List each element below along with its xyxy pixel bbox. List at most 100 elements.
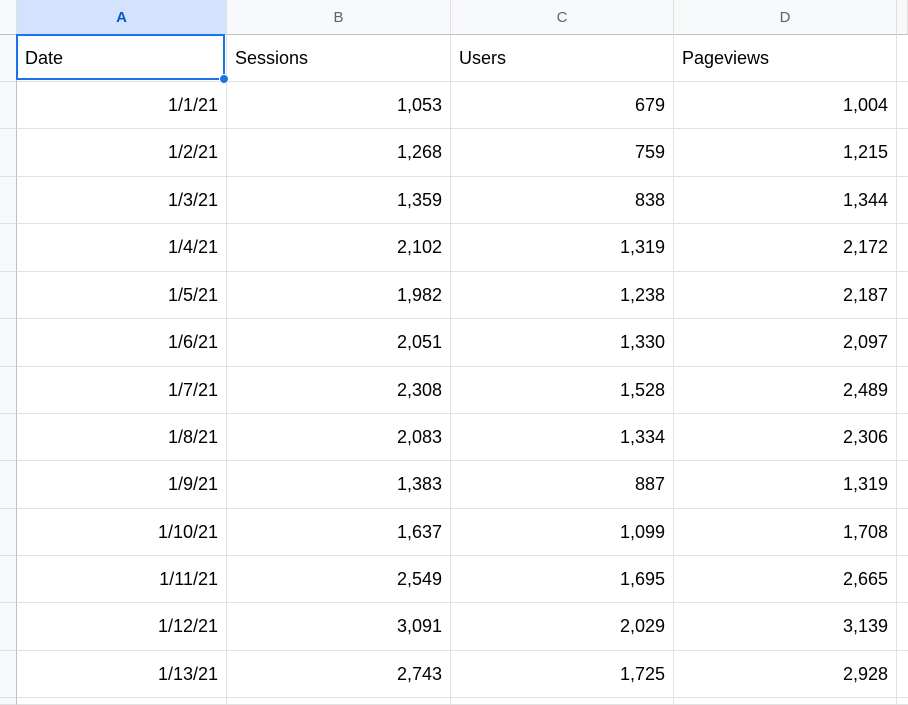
cell-sessions[interactable]: 2,102 (227, 224, 451, 272)
cell-pageviews[interactable]: 2,306 (674, 414, 897, 461)
cell-empty[interactable] (897, 603, 908, 651)
cell-pageviews[interactable]: 2,187 (674, 272, 897, 319)
row-header-11[interactable] (0, 509, 17, 556)
column-header-A[interactable]: A (17, 0, 227, 35)
cell-date[interactable]: 1/6/21 (17, 319, 227, 367)
row-header-2[interactable] (0, 82, 17, 129)
cell-date[interactable]: 1/11/21 (17, 556, 227, 603)
cell-users[interactable]: 1,238 (451, 272, 674, 319)
select-all-corner[interactable] (0, 0, 17, 35)
cell-empty[interactable] (897, 177, 908, 224)
cell-date[interactable]: 1/10/21 (17, 509, 227, 556)
cell-pageviews[interactable]: 2,489 (674, 367, 897, 414)
table-row: 1/3/211,3598381,344 (17, 177, 908, 224)
row-header-5[interactable] (0, 224, 17, 272)
cell-date[interactable]: 1/3/21 (17, 177, 227, 224)
row-header-13[interactable] (0, 603, 17, 651)
cell-pageviews[interactable]: 2,665 (674, 556, 897, 603)
cell-empty[interactable] (897, 82, 908, 129)
spreadsheet: ABCD DateSessionsUsersPageviews1/1/211,0… (0, 0, 908, 702)
cell-date[interactable]: 1/7/21 (17, 367, 227, 414)
cell-sessions[interactable]: 2,051 (227, 319, 451, 367)
cell-users[interactable]: 1,528 (451, 367, 674, 414)
cell-date[interactable]: 1/8/21 (17, 414, 227, 461)
row-header-14[interactable] (0, 651, 17, 698)
cell-header-pageviews[interactable]: Pageviews (674, 35, 897, 82)
cell-header-date[interactable]: Date (17, 35, 227, 82)
fill-handle[interactable] (219, 74, 229, 84)
cell-pageviews[interactable]: 3,139 (674, 603, 897, 651)
column-header-D[interactable]: D (674, 0, 897, 35)
cell-empty[interactable] (897, 367, 908, 414)
cell-empty[interactable] (897, 651, 908, 698)
cell-users[interactable]: 1,330 (451, 319, 674, 367)
cell-users[interactable]: 759 (451, 129, 674, 177)
row-header-12[interactable] (0, 556, 17, 603)
cell-users[interactable]: 1,099 (451, 509, 674, 556)
cell-sessions[interactable]: 3,091 (227, 603, 451, 651)
cell-header-sessions[interactable]: Sessions (227, 35, 451, 82)
cell-users[interactable]: 1,319 (451, 224, 674, 272)
cell-sessions[interactable]: 2,308 (227, 367, 451, 414)
cell-date[interactable]: 1/4/21 (17, 224, 227, 272)
cell-empty[interactable] (897, 556, 908, 603)
cell-users[interactable]: 679 (451, 82, 674, 129)
cell-date[interactable]: 1/9/21 (17, 461, 227, 509)
table-row: 1/7/212,3081,5282,489 (17, 367, 908, 414)
cell-sessions[interactable]: 2,549 (227, 556, 451, 603)
table-row: 1/2/211,2687591,215 (17, 129, 908, 177)
cell-pageviews[interactable]: 2,097 (674, 319, 897, 367)
cell-users[interactable]: 1,695 (451, 556, 674, 603)
row-header-8[interactable] (0, 367, 17, 414)
row-header-4[interactable] (0, 177, 17, 224)
column-header-B[interactable]: B (227, 0, 451, 35)
cell-date[interactable]: 1/13/21 (17, 651, 227, 698)
cell-empty[interactable] (897, 272, 908, 319)
cell-pageviews[interactable]: 1,344 (674, 177, 897, 224)
cell-date[interactable]: 1/2/21 (17, 129, 227, 177)
cell-empty[interactable] (897, 509, 908, 556)
cell-users[interactable]: 1,334 (451, 414, 674, 461)
cell-date[interactable]: 1/1/21 (17, 82, 227, 129)
cell-empty[interactable] (897, 35, 908, 82)
cell-empty[interactable] (897, 319, 908, 367)
cell-sessions[interactable]: 2,083 (227, 414, 451, 461)
cell-empty[interactable] (897, 461, 908, 509)
row-header-10[interactable] (0, 461, 17, 509)
cell-users[interactable]: 1,725 (451, 651, 674, 698)
table-row: 1/1/211,0536791,004 (17, 82, 908, 129)
row-header-6[interactable] (0, 272, 17, 319)
cell-pageviews[interactable]: 1,708 (674, 509, 897, 556)
cell-users[interactable]: 887 (451, 461, 674, 509)
cell-sessions[interactable]: 1,359 (227, 177, 451, 224)
cell-header-users[interactable]: Users (451, 35, 674, 82)
row-header-3[interactable] (0, 129, 17, 177)
table-row: 1/12/213,0912,0293,139 (17, 603, 908, 651)
cell-sessions[interactable]: 2,743 (227, 651, 451, 698)
cell-sessions[interactable]: 1,982 (227, 272, 451, 319)
cell-pageviews[interactable]: 1,004 (674, 82, 897, 129)
cell-sessions[interactable]: 1,383 (227, 461, 451, 509)
cell-users[interactable]: 838 (451, 177, 674, 224)
column-header-C[interactable]: C (451, 0, 674, 35)
cell-sessions[interactable]: 1,268 (227, 129, 451, 177)
cell-users[interactable]: 2,029 (451, 603, 674, 651)
cell-grid: DateSessionsUsersPageviews1/1/211,053679… (17, 35, 908, 705)
column-header-extra[interactable] (897, 0, 908, 35)
cell-pageviews[interactable]: 1,215 (674, 129, 897, 177)
cell-sessions[interactable]: 1,053 (227, 82, 451, 129)
row-header-9[interactable] (0, 414, 17, 461)
cell-pageviews[interactable]: 2,928 (674, 651, 897, 698)
row-header-1[interactable] (0, 35, 17, 82)
row-header-7[interactable] (0, 319, 17, 367)
cell-pageviews[interactable]: 1,319 (674, 461, 897, 509)
cell-sessions[interactable]: 1,637 (227, 509, 451, 556)
cell-empty[interactable] (897, 414, 908, 461)
row-headers (0, 35, 17, 705)
cell-date[interactable]: 1/12/21 (17, 603, 227, 651)
cell-empty[interactable] (897, 129, 908, 177)
column-headers: ABCD (17, 0, 908, 35)
cell-empty[interactable] (897, 224, 908, 272)
cell-date[interactable]: 1/5/21 (17, 272, 227, 319)
cell-pageviews[interactable]: 2,172 (674, 224, 897, 272)
